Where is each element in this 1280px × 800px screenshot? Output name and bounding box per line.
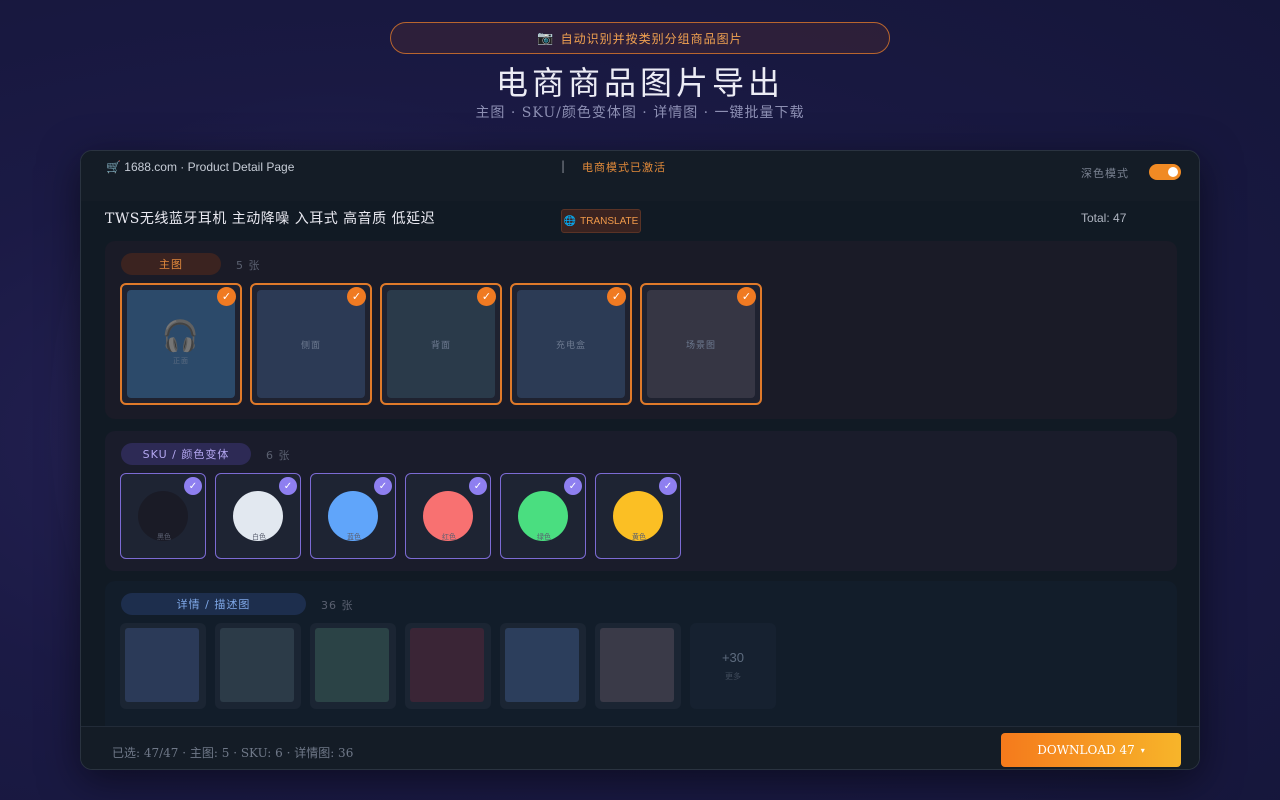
detail-thumb[interactable] [215,623,301,709]
download-label: DOWNLOAD 47 [1037,743,1135,757]
detail-image [600,628,674,702]
main-image-label: 正面 [172,357,189,365]
download-button[interactable]: DOWNLOAD 47 ▾ [1001,733,1181,767]
sku-thumb[interactable]: 黄色 ✓ [595,473,681,559]
headphones-icon: 🎧 [161,319,201,354]
sku-thumb[interactable]: 白色 ✓ [215,473,301,559]
sku-images-section: SKU / 颜色变体 6 张 黑色 ✓ 白色 ✓ 蓝色 ✓ 红色 ✓ 绿色 ✓ [105,431,1177,571]
sku-images-tag[interactable]: SKU / 颜色变体 [121,443,251,465]
detail-thumb[interactable] [500,623,586,709]
check-icon[interactable]: ✓ [737,287,756,306]
camera-icon: 📷 [537,30,555,46]
total-count: Total: 47 [1081,211,1127,225]
check-icon[interactable]: ✓ [477,287,496,306]
dark-mode-label: 深色模式 [1081,167,1129,180]
main-image-thumb[interactable]: 侧面 ✓ [250,283,372,405]
mode-status: 电商模式已激活 [582,161,666,174]
sku-images-count: 6 张 [266,449,291,462]
page-subtitle: 主图 · SKU/颜色变体图 · 详情图 · 一键批量下载 [475,105,805,121]
main-images-count: 5 张 [236,259,261,272]
detail-image [220,628,294,702]
chevron-down-icon[interactable]: ▾ [1141,746,1145,755]
more-label: 更多 [725,672,741,681]
more-images-button[interactable]: +30 更多 [690,623,776,709]
main-image-thumb[interactable]: 场景图 ✓ [640,283,762,405]
detail-image [410,628,484,702]
check-icon[interactable]: ✓ [217,287,236,306]
sku-label: 黑色 [157,533,171,541]
sku-label: 黄色 [632,533,646,541]
main-image-label: 充电盒 [517,290,625,398]
window-footer: 已选: 47/47 · 主图: 5 · SKU: 6 · 详情图: 36 DOW… [81,726,1199,769]
check-icon[interactable]: ✓ [659,477,677,495]
globe-icon: 🌐 [563,215,577,227]
main-image-label: 场景图 [647,290,755,398]
app-window: 🛒 1688.com · Product Detail Page | 电商模式已… [80,150,1200,770]
sku-thumb[interactable]: 绿色 ✓ [500,473,586,559]
translate-button[interactable]: 🌐 TRANSLATE [561,209,641,233]
detail-thumb[interactable] [595,623,681,709]
main-image-label: 侧面 [257,290,365,398]
sku-label: 蓝色 [347,533,361,541]
main-image-thumb[interactable]: 背面 ✓ [380,283,502,405]
page-title: 电商商品图片导出 [495,64,784,102]
banner-text: 自动识别并按类别分组商品图片 [560,31,743,46]
headphones-graphic: 🎧 正面 [162,322,200,366]
main-images-tag[interactable]: 主图 [121,253,221,275]
detail-image [125,628,199,702]
feature-banner: 📷 自动识别并按类别分组商品图片 [390,22,890,54]
product-title: TWS无线蓝牙耳机 主动降噪 入耳式 高音质 低延迟 [105,211,436,227]
main-image: 🎧 正面 [127,290,235,398]
toggle-knob [1168,167,1178,177]
window-topbar: 🛒 1688.com · Product Detail Page | 电商模式已… [81,151,1199,201]
dark-mode-toggle[interactable] [1149,164,1181,180]
detail-images-tag[interactable]: 详情 / 描述图 [121,593,306,615]
site-label: 🛒 1688.com · Product Detail Page [106,160,295,174]
detail-image [505,628,579,702]
main-images-section: 主图 5 张 🎧 正面 ✓ 侧面 ✓ 背面 ✓ 充电盒 ✓ 场景图 ✓ [105,241,1177,419]
main-image-thumb[interactable]: 充电盒 ✓ [510,283,632,405]
check-icon[interactable]: ✓ [184,477,202,495]
selection-stats: 已选: 47/47 · 主图: 5 · SKU: 6 · 详情图: 36 [112,746,354,760]
detail-thumb[interactable] [310,623,396,709]
translate-label: TRANSLATE [580,215,639,227]
main-image-label: 背面 [387,290,495,398]
check-icon[interactable]: ✓ [279,477,297,495]
detail-image [315,628,389,702]
detail-images-count: 36 张 [321,599,354,612]
sku-label: 白色 [252,533,266,541]
sku-label: 红色 [442,533,456,541]
topbar-separator: | [561,159,566,173]
sku-thumb[interactable]: 红色 ✓ [405,473,491,559]
detail-thumb[interactable] [405,623,491,709]
more-count: +30 [721,650,745,665]
detail-images-section: 详情 / 描述图 36 张 +30 更多 [105,581,1177,741]
sku-label: 绿色 [537,533,551,541]
check-icon[interactable]: ✓ [469,477,487,495]
sku-thumb[interactable]: 蓝色 ✓ [310,473,396,559]
check-icon[interactable]: ✓ [564,477,582,495]
check-icon[interactable]: ✓ [347,287,366,306]
sku-thumb[interactable]: 黑色 ✓ [120,473,206,559]
check-icon[interactable]: ✓ [374,477,392,495]
main-image-thumb[interactable]: 🎧 正面 ✓ [120,283,242,405]
detail-thumb[interactable] [120,623,206,709]
check-icon[interactable]: ✓ [607,287,626,306]
